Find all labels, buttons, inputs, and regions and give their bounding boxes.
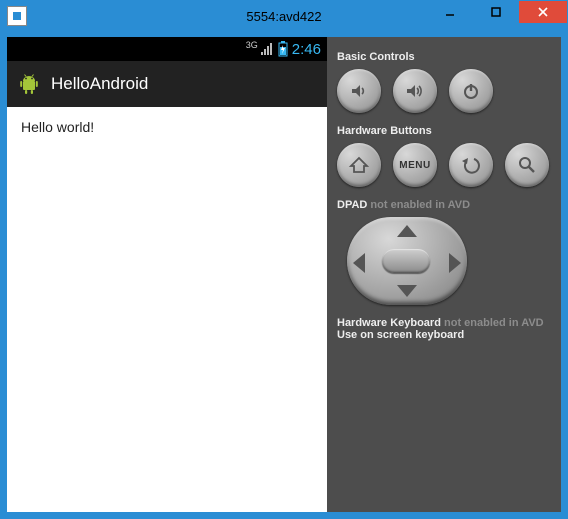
dpad-up-icon [397,225,417,237]
hw-keyboard-disabled-note: not enabled in AVD [444,317,544,329]
emulator-side-panel: Basic Controls [327,37,561,512]
back-icon [460,154,482,176]
home-icon [348,154,370,176]
power-button[interactable] [449,69,493,113]
window-controls [427,1,567,31]
dpad-right-icon [449,253,461,273]
battery-icon [278,41,288,57]
hardware-keyboard-section: Hardware Keyboard not enabled in AVD Use… [337,317,551,341]
device-screen: 3G 2:46 [7,37,327,512]
search-icon [516,154,538,176]
menu-button-label: MENU [399,160,430,171]
menu-button[interactable]: MENU [393,143,437,187]
back-button[interactable] [449,143,493,187]
volume-up-icon [404,80,426,102]
hw-keyboard-hint: Use on screen keyboard [337,329,551,341]
client-area: 3G 2:46 [1,31,567,518]
home-button[interactable] [337,143,381,187]
hardware-buttons-label: Hardware Buttons [337,125,551,137]
app-title: HelloAndroid [51,74,148,94]
app-content-area[interactable]: Hello world! [7,107,327,512]
signal-icon [260,42,274,56]
clock-label: 2:46 [292,41,321,58]
power-icon [460,80,482,102]
volume-up-button[interactable] [393,69,437,113]
dpad-center-button [382,249,430,273]
maximize-button[interactable] [473,1,519,23]
basic-controls-label: Basic Controls [337,51,551,63]
minimize-icon [444,6,456,18]
dpad-left-icon [353,253,365,273]
minimize-button[interactable] [427,1,473,23]
android-robot-icon [17,72,41,96]
volume-down-icon [348,80,370,102]
search-button[interactable] [505,143,549,187]
titlebar: 5554:avd422 [1,1,567,31]
dpad-disabled-note: not enabled in AVD [370,199,470,211]
close-button[interactable] [519,1,567,23]
dpad [337,217,477,305]
android-app-bar: HelloAndroid [7,61,327,107]
maximize-icon [490,6,502,18]
network-type-label: 3G [246,40,258,50]
dpad-label: DPAD [337,199,367,211]
emulator-window: 5554:avd422 3G [0,0,568,519]
hello-world-text: Hello world! [21,119,94,135]
dpad-section-label: DPAD not enabled in AVD [337,199,551,211]
volume-down-button[interactable] [337,69,381,113]
close-icon [537,6,549,18]
android-status-bar: 3G 2:46 [7,37,327,61]
window-app-icon [7,6,27,26]
basic-controls-row [337,69,551,113]
hardware-buttons-row: MENU [337,143,551,187]
dpad-down-icon [397,285,417,297]
hw-keyboard-label: Hardware Keyboard [337,317,441,329]
